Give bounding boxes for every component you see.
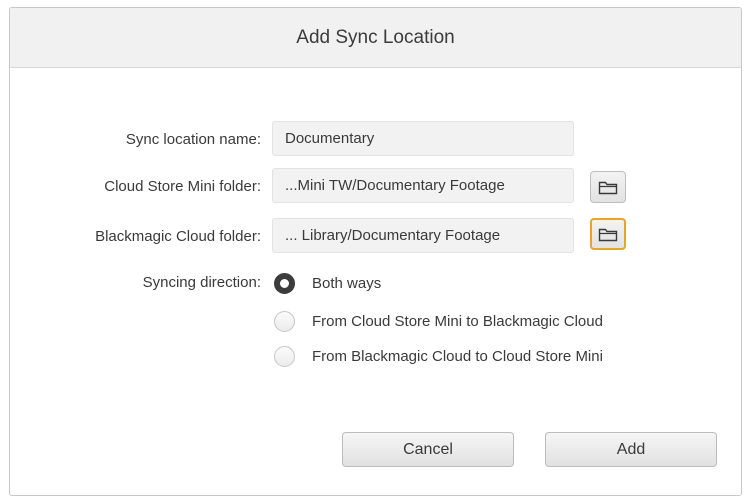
mini-folder-browse-button[interactable] [590,171,626,203]
folder-icon [598,181,618,195]
mini-folder-path-field[interactable]: ...Mini TW/Documentary Footage [272,168,574,203]
direction-option-cloud-to-mini[interactable]: From Blackmagic Cloud to Cloud Store Min… [274,344,603,368]
radio-button[interactable] [274,345,295,367]
cancel-button[interactable]: Cancel [342,432,514,467]
radio-button-selected[interactable] [274,272,295,294]
radio-label: From Cloud Store Mini to Blackmagic Clou… [312,312,603,330]
cloud-folder-path-field[interactable]: ... Library/Documentary Footage [272,218,574,253]
cloud-folder-browse-button[interactable] [590,218,626,250]
add-sync-location-dialog: Add Sync Location Sync location name: Do… [9,7,742,496]
cloud-folder-label: Blackmagic Cloud folder: [95,228,261,245]
dialog-title: Add Sync Location [296,26,455,48]
add-button[interactable]: Add [545,432,717,467]
dialog-titlebar: Add Sync Location [10,8,741,68]
radio-button[interactable] [274,310,295,332]
direction-option-both-ways[interactable]: Both ways [274,271,381,295]
direction-option-mini-to-cloud[interactable]: From Cloud Store Mini to Blackmagic Clou… [274,309,603,333]
sync-name-input[interactable]: Documentary [272,121,574,156]
folder-icon [598,228,618,242]
radio-label: From Blackmagic Cloud to Cloud Store Min… [312,347,603,365]
radio-label: Both ways [312,274,382,292]
sync-name-label: Sync location name: [125,131,261,148]
syncing-direction-label: Syncing direction: [142,274,261,291]
mini-folder-label: Cloud Store Mini folder: [104,178,261,195]
